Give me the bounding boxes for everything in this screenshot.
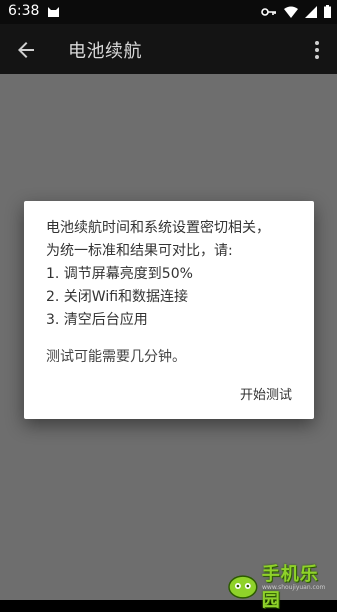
dialog-note: 测试可能需要几分钟。 <box>46 349 186 365</box>
watermark-logo-icon <box>228 575 258 599</box>
dialog-message-line: 为统一标准和结果可对比，请: <box>46 243 233 259</box>
status-icons <box>261 5 331 18</box>
cat-notification-icon <box>48 7 59 17</box>
battery-icon <box>324 5 331 18</box>
dialog-message: 电池续航时间和系统设置密切相关， 为统一标准和结果可对比，请: 1. 调节屏幕亮… <box>46 217 306 332</box>
back-arrow-icon[interactable] <box>14 38 38 62</box>
dialog-message-line: 2. 关闭Wifi和数据连接 <box>46 289 189 305</box>
vpn-key-icon <box>261 7 276 16</box>
watermark: 手机乐园 www.shoujiyuan.com <box>228 560 337 612</box>
watermark-url: www.shoujiyuan.com <box>262 584 326 591</box>
page-title: 电池续航 <box>68 41 142 62</box>
dialog-message-line: 3. 清空后台应用 <box>46 312 148 328</box>
wifi-icon <box>284 6 298 18</box>
signal-icon <box>305 5 317 18</box>
overflow-menu-icon[interactable] <box>311 38 323 62</box>
battery-test-dialog: 电池续航时间和系统设置密切相关， 为统一标准和结果可对比，请: 1. 调节屏幕亮… <box>24 201 314 419</box>
status-time: 6:38 <box>8 3 40 19</box>
app-bar: 电池续航 <box>0 24 337 74</box>
start-test-button[interactable]: 开始测试 <box>240 384 292 403</box>
status-bar: 6:38 <box>0 0 337 24</box>
dialog-message-line: 1. 调节屏幕亮度到50% <box>46 266 193 282</box>
dialog-message-line: 电池续航时间和系统设置密切相关， <box>46 220 270 236</box>
